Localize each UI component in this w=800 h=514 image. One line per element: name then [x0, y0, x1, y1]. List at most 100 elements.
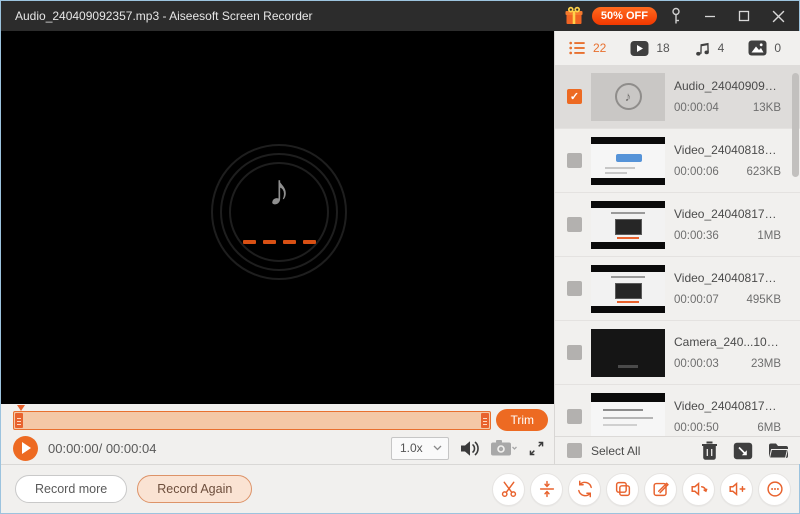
- file-name: Video_240408174107.mp4: [674, 207, 781, 221]
- audio-convert-button[interactable]: [682, 473, 715, 506]
- all-count: 22: [593, 41, 606, 55]
- recording-item[interactable]: Video_240408173748.mp4 00:00:50 6MB: [555, 385, 800, 436]
- volume-button[interactable]: [459, 439, 480, 458]
- speed-select[interactable]: 1.0x: [391, 437, 449, 460]
- compress-button[interactable]: [530, 473, 563, 506]
- snapshot-button[interactable]: [490, 439, 517, 457]
- tab-videos[interactable]: 18: [630, 40, 669, 57]
- select-all-label: Select All: [591, 444, 640, 458]
- file-size: 13KB: [753, 102, 781, 114]
- select-all-checkbox[interactable]: [567, 443, 582, 458]
- file-size: 495KB: [746, 294, 781, 306]
- trim-end-handle[interactable]: [481, 413, 489, 428]
- videos-count: 18: [656, 41, 669, 55]
- tab-images[interactable]: 0: [748, 40, 781, 56]
- fullscreen-button[interactable]: [527, 439, 546, 458]
- recording-item[interactable]: ♪ Audio_240409092357.mp3 00:00:04 13KB: [555, 65, 800, 129]
- export-button[interactable]: [733, 442, 753, 460]
- chevron-down-icon: [433, 445, 442, 451]
- bottom-toolbar: Record more Record Again: [1, 464, 799, 513]
- thumbnail[interactable]: [591, 393, 665, 437]
- audio-artwork: ♪: [211, 144, 347, 280]
- item-checkbox[interactable]: [567, 409, 582, 424]
- volume-boost-button[interactable]: [720, 473, 753, 506]
- video-icon: [630, 40, 649, 57]
- copy-button[interactable]: [606, 473, 639, 506]
- record-more-button[interactable]: Record more: [15, 475, 127, 503]
- speed-value: 1.0x: [400, 441, 423, 455]
- tab-all-recordings[interactable]: 22: [568, 39, 606, 57]
- open-folder-button[interactable]: [768, 442, 789, 459]
- media-preview[interactable]: ♪: [1, 31, 554, 404]
- gift-icon[interactable]: [560, 3, 588, 29]
- player-pane: ♪ Trim 00:00:00/ 00:00:0: [1, 31, 554, 464]
- scrollbar-thumb[interactable]: [792, 73, 799, 177]
- file-duration: 00:00:07: [674, 294, 719, 306]
- audio-convert-icon: [689, 479, 709, 499]
- file-duration: 00:00:50: [674, 422, 719, 434]
- record-again-button[interactable]: Record Again: [137, 475, 252, 503]
- file-size: 6MB: [757, 422, 781, 434]
- media-tabs: 22 18 4: [555, 31, 800, 65]
- file-name: Video_240408173748.mp4: [674, 399, 781, 413]
- titlebar[interactable]: Audio_240409092357.mp3 - Aiseesoft Scree…: [1, 1, 799, 31]
- images-count: 0: [774, 41, 781, 55]
- thumbnail[interactable]: [591, 201, 665, 249]
- play-button[interactable]: [13, 436, 38, 461]
- edit-icon: [651, 479, 671, 499]
- thumbnail[interactable]: ♪: [591, 73, 665, 121]
- list-icon: [568, 39, 586, 57]
- loading-dashes: [211, 240, 347, 244]
- item-checkbox[interactable]: [567, 89, 582, 104]
- item-checkbox[interactable]: [567, 153, 582, 168]
- file-name: Video_240408180010.mp4: [674, 143, 781, 157]
- music-icon: [694, 40, 711, 57]
- delete-button[interactable]: [701, 441, 718, 460]
- trim-timeline[interactable]: [13, 411, 491, 430]
- maximize-button[interactable]: [729, 3, 759, 29]
- promo-badge[interactable]: 50% OFF: [592, 7, 657, 25]
- compress-icon: [537, 479, 557, 499]
- convert-button[interactable]: [568, 473, 601, 506]
- close-button[interactable]: [763, 3, 793, 29]
- recording-item[interactable]: Camera_240...101552.mp4 00:00:03 23MB: [555, 321, 800, 385]
- convert-icon: [575, 479, 595, 499]
- playback-controls: Trim 00:00:00/ 00:00:04 1.0x: [1, 404, 554, 464]
- file-size: 23MB: [751, 358, 781, 370]
- time-display: 00:00:00/ 00:00:04: [48, 441, 156, 456]
- music-note-icon: ♪: [211, 166, 347, 216]
- file-duration: 00:00:04: [674, 102, 719, 114]
- item-checkbox[interactable]: [567, 281, 582, 296]
- more-button[interactable]: [758, 473, 791, 506]
- scissors-icon: [499, 479, 519, 499]
- recording-item[interactable]: Video_240408174026.mp4 00:00:07 495KB: [555, 257, 800, 321]
- volume-boost-icon: [727, 479, 747, 499]
- edit-tools: [492, 473, 791, 506]
- trim-clip-button[interactable]: [492, 473, 525, 506]
- file-size: 1MB: [757, 230, 781, 242]
- app-window: Audio_240409092357.mp3 - Aiseesoft Scree…: [0, 0, 800, 514]
- trim-start-handle[interactable]: [15, 413, 23, 428]
- edit-button[interactable]: [644, 473, 677, 506]
- image-icon: [748, 40, 767, 56]
- window-title: Audio_240409092357.mp3 - Aiseesoft Scree…: [15, 9, 313, 23]
- file-duration: 00:00:36: [674, 230, 719, 242]
- file-duration: 00:00:03: [674, 358, 719, 370]
- recording-item[interactable]: Video_240408174107.mp4 00:00:36 1MB: [555, 193, 800, 257]
- audios-count: 4: [718, 41, 725, 55]
- register-key-icon[interactable]: [661, 3, 691, 29]
- item-checkbox[interactable]: [567, 217, 582, 232]
- file-name: Audio_240409092357.mp3: [674, 79, 781, 93]
- thumbnail[interactable]: [591, 137, 665, 185]
- recording-item[interactable]: Video_240408180010.mp4 00:00:06 623KB: [555, 129, 800, 193]
- minimize-button[interactable]: [695, 3, 725, 29]
- more-icon: [765, 479, 785, 499]
- thumbnail[interactable]: [591, 329, 665, 377]
- copy-icon: [613, 479, 633, 499]
- recordings-list: ♪ Audio_240409092357.mp3 00:00:04 13KB: [555, 65, 800, 436]
- tab-audios[interactable]: 4: [694, 40, 725, 57]
- thumbnail[interactable]: [591, 265, 665, 313]
- item-checkbox[interactable]: [567, 345, 582, 360]
- file-name: Video_240408174026.mp4: [674, 271, 781, 285]
- trim-button[interactable]: Trim: [496, 409, 548, 431]
